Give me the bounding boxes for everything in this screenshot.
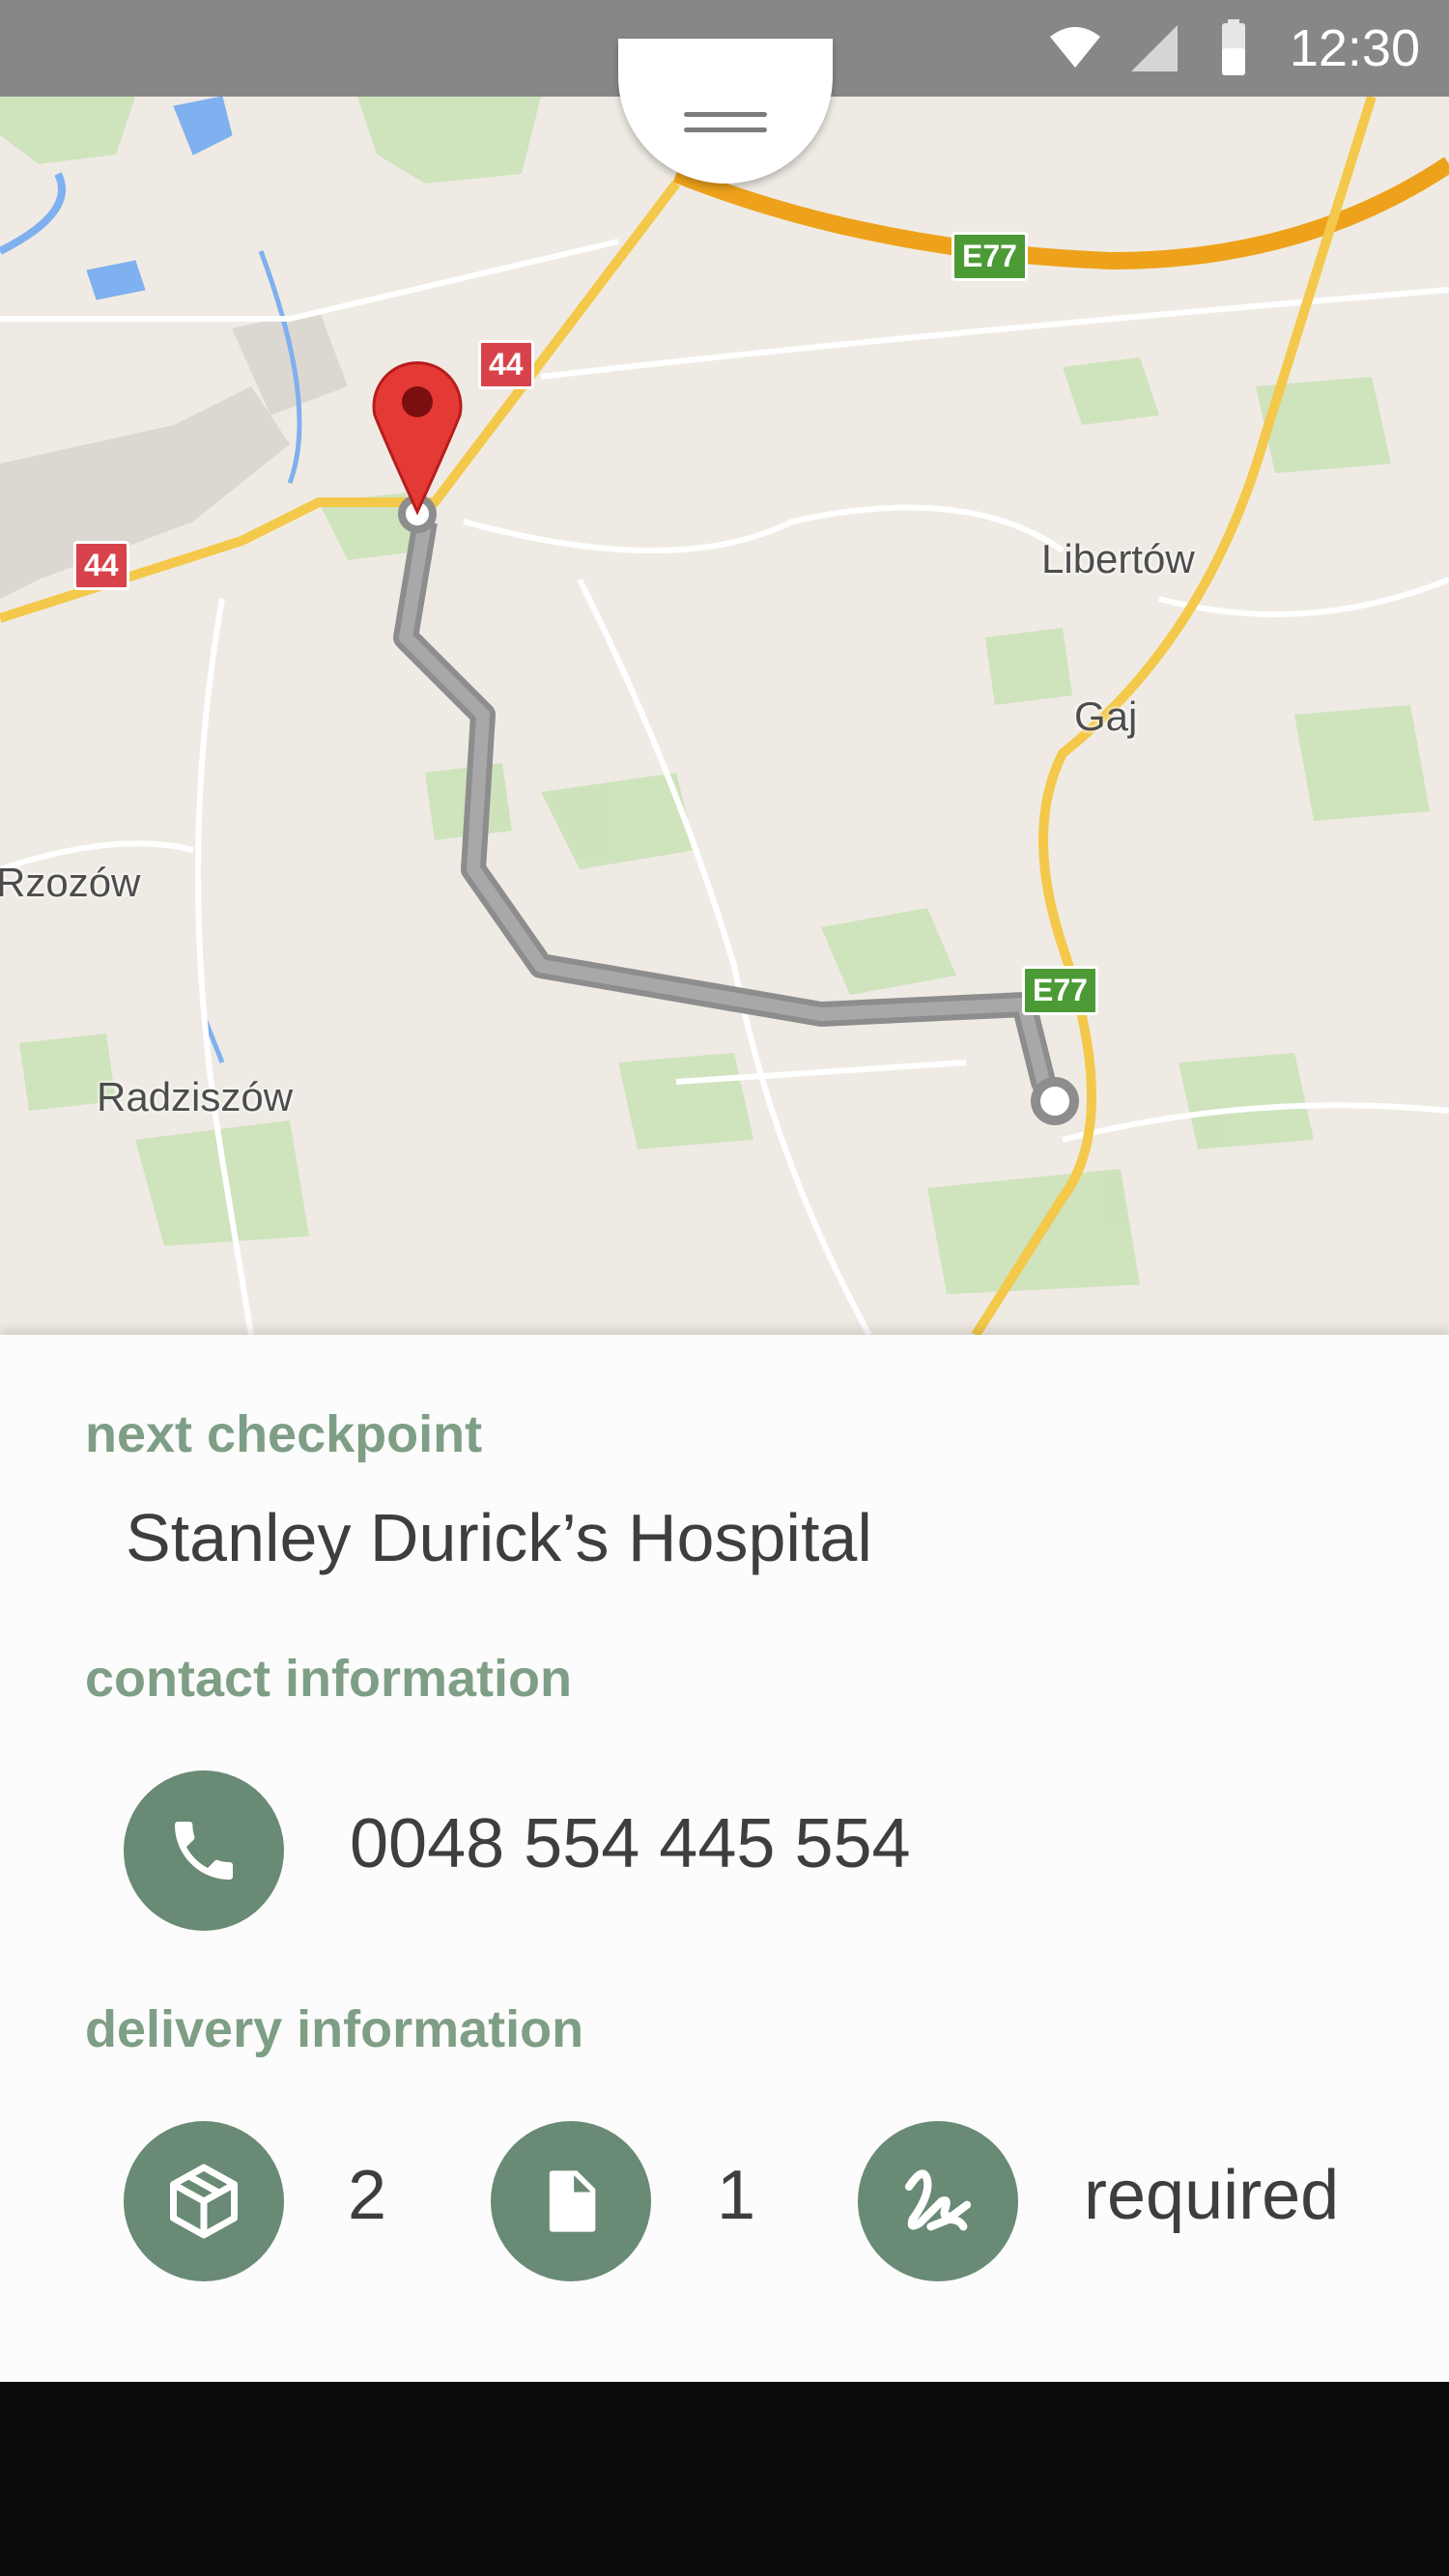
navigation-bar: [0, 2382, 1449, 2576]
packages-count: 2: [348, 2157, 387, 2234]
packages-badge: [124, 2121, 284, 2281]
call-button[interactable]: [124, 1770, 284, 1931]
phone-icon: [175, 1822, 233, 1880]
package-icon: [170, 2164, 238, 2239]
phone-number[interactable]: 0048 554 445 554: [350, 1804, 911, 1883]
road-shield-44: 44: [478, 340, 534, 389]
route-end-marker[interactable]: [1031, 1077, 1079, 1125]
handle-line: [684, 127, 767, 132]
battery-icon: [1221, 19, 1245, 75]
signature-icon: [904, 2169, 972, 2231]
road-shield-e77: E77: [1022, 966, 1098, 1015]
clock: 12:30: [1289, 19, 1420, 77]
checkpoint-panel: next checkpoint Stanley Durick’s Hospita…: [0, 1335, 1449, 2382]
checkpoint-name: Stanley Durick’s Hospital: [126, 1500, 872, 1575]
map-canvas[interactable]: [0, 97, 1449, 1335]
next-checkpoint-title: next checkpoint: [85, 1405, 483, 1463]
place-label: Rzozów: [0, 860, 141, 905]
place-label: Gaj: [1074, 694, 1138, 739]
contact-information-title: contact information: [85, 1650, 573, 1708]
road-shield-e77: E77: [952, 232, 1028, 281]
place-label: Radziszów: [97, 1074, 294, 1119]
documents-badge: [491, 2121, 651, 2281]
road-shield-44: 44: [73, 541, 129, 590]
document-icon: [549, 2170, 596, 2232]
documents-count: 1: [717, 2157, 756, 2234]
signature-status: required: [1084, 2157, 1340, 2234]
signal-icon: [1130, 25, 1178, 71]
map-view[interactable]: 44 44 E77 E77 Libertów Gaj Rzozów Radzis…: [0, 97, 1449, 1335]
handle-line: [684, 112, 767, 117]
wifi-icon: [1049, 27, 1100, 68]
place-label: Libertów: [1041, 536, 1195, 581]
delivery-information-title: delivery information: [85, 2000, 584, 2058]
status-icons: 12:30: [1025, 0, 1420, 97]
signature-badge: [858, 2121, 1018, 2281]
